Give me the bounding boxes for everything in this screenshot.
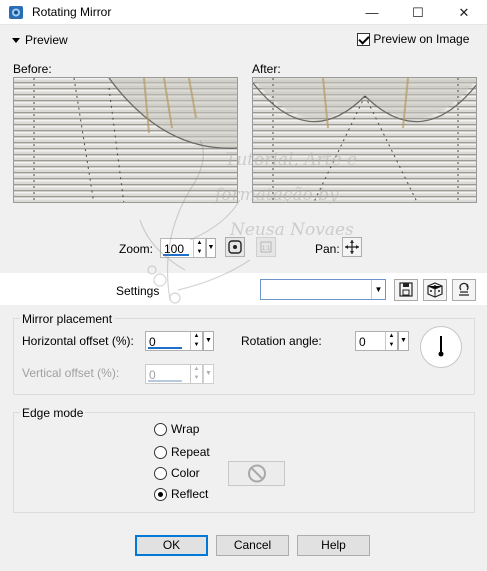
after-preview-image: [252, 77, 477, 203]
reset-button[interactable]: [452, 279, 476, 301]
rotation-angle-stepper[interactable]: 0: [355, 331, 398, 351]
pan-button[interactable]: [342, 237, 362, 257]
proof-button[interactable]: [225, 237, 245, 257]
edge-mode-title: Edge mode: [20, 406, 86, 420]
spin-down-icon[interactable]: [191, 374, 202, 383]
svg-text:1:1: 1:1: [262, 246, 271, 252]
horizontal-offset-dropdown[interactable]: ▼: [203, 331, 214, 351]
focus-underline: [148, 380, 182, 382]
spin-down-icon[interactable]: [191, 341, 202, 350]
rotation-angle-spin[interactable]: [385, 332, 397, 350]
angle-dial-icon: [438, 336, 444, 357]
edge-mode-wrap-radio[interactable]: Wrap: [154, 422, 200, 437]
edge-mode-wrap-label: Wrap: [171, 422, 200, 436]
preview-on-image-checkbox[interactable]: Preview on Image: [357, 32, 470, 47]
before-label: Before:: [13, 62, 52, 76]
settings-label: Settings: [116, 284, 160, 298]
edge-mode-reflect-label: Reflect: [171, 487, 209, 501]
pan-move-icon: [345, 240, 359, 254]
vertical-offset-stepper[interactable]: 0: [145, 364, 203, 384]
edge-mode-color-radio[interactable]: Color: [154, 466, 200, 481]
before-preview-image[interactable]: [13, 77, 238, 203]
focus-underline: [163, 254, 189, 256]
actual-size-button[interactable]: 1:1: [256, 237, 276, 257]
reset-icon: [459, 282, 469, 296]
app-icon: [9, 6, 23, 19]
close-button[interactable]: ✕: [441, 0, 487, 25]
rotation-angle-dropdown[interactable]: ▼: [398, 331, 409, 351]
title-bar: Rotating Mirror — ☐ ✕: [0, 0, 487, 25]
window-title: Rotating Mirror: [32, 5, 112, 19]
vertical-offset-spin[interactable]: [190, 365, 202, 383]
no-symbol-icon: [248, 464, 266, 483]
spin-up-icon[interactable]: [194, 239, 205, 248]
pan-label: Pan:: [315, 242, 340, 256]
edge-mode-repeat-label: Repeat: [171, 445, 210, 459]
proof-icon: [228, 240, 242, 254]
zoom-dropdown-button[interactable]: ▼: [206, 238, 216, 258]
spin-down-icon[interactable]: [194, 248, 205, 257]
horizontal-offset-spin[interactable]: [190, 332, 202, 350]
zoom-label: Zoom:: [119, 242, 154, 256]
mirror-placement-title: Mirror placement: [20, 312, 115, 326]
help-button[interactable]: Help: [297, 535, 370, 556]
rotation-angle-label: Rotation angle:: [241, 334, 322, 348]
radio-selected-icon[interactable]: [154, 488, 167, 502]
rotation-angle-value[interactable]: 0: [359, 335, 366, 349]
radio-icon[interactable]: [154, 446, 167, 460]
zoom-spin-buttons[interactable]: [193, 239, 205, 257]
after-label: After:: [252, 62, 281, 76]
cancel-button[interactable]: Cancel: [216, 535, 289, 556]
save-icon: [399, 282, 413, 297]
focus-underline: [148, 347, 182, 349]
radio-icon[interactable]: [154, 467, 167, 481]
minimize-button[interactable]: —: [349, 0, 395, 25]
horizontal-offset-label: Horizontal offset (%):: [22, 334, 134, 348]
spin-up-icon[interactable]: [191, 332, 202, 341]
edge-mode-repeat-radio[interactable]: Repeat: [154, 445, 210, 460]
maximize-button[interactable]: ☐: [395, 0, 441, 25]
preview-toggle[interactable]: Preview: [12, 33, 68, 49]
spin-down-icon[interactable]: [386, 341, 397, 350]
actual-size-icon: 1:1: [260, 241, 272, 253]
edge-mode-reflect-radio[interactable]: Reflect: [154, 487, 209, 502]
dice-icon: [427, 282, 443, 298]
settings-dropdown[interactable]: ▼: [260, 279, 386, 300]
ok-button[interactable]: OK: [135, 535, 208, 556]
radio-icon[interactable]: [154, 423, 167, 437]
chevron-down-icon: ▼: [371, 280, 385, 299]
watermark-line-3: Neusa Novaes: [229, 220, 354, 240]
checkbox-checked-icon[interactable]: [357, 33, 370, 47]
edge-mode-color-label: Color: [171, 466, 200, 480]
vertical-offset-label: Vertical offset (%):: [22, 366, 120, 380]
rotation-angle-dial[interactable]: [420, 326, 462, 368]
chevron-down-icon: [12, 38, 20, 44]
horizontal-offset-stepper[interactable]: 0: [145, 331, 203, 351]
spin-up-icon[interactable]: [386, 332, 397, 341]
vertical-offset-dropdown[interactable]: ▼: [203, 364, 214, 384]
zoom-stepper[interactable]: 100: [160, 238, 206, 258]
preview-on-image-label: Preview on Image: [373, 32, 470, 46]
preview-toggle-label: Preview: [25, 33, 68, 47]
randomize-button[interactable]: [423, 279, 447, 301]
spin-up-icon[interactable]: [191, 365, 202, 374]
save-preset-button[interactable]: [394, 279, 418, 301]
edge-color-swatch[interactable]: [228, 461, 285, 486]
mirror-placement-group: [13, 318, 475, 395]
